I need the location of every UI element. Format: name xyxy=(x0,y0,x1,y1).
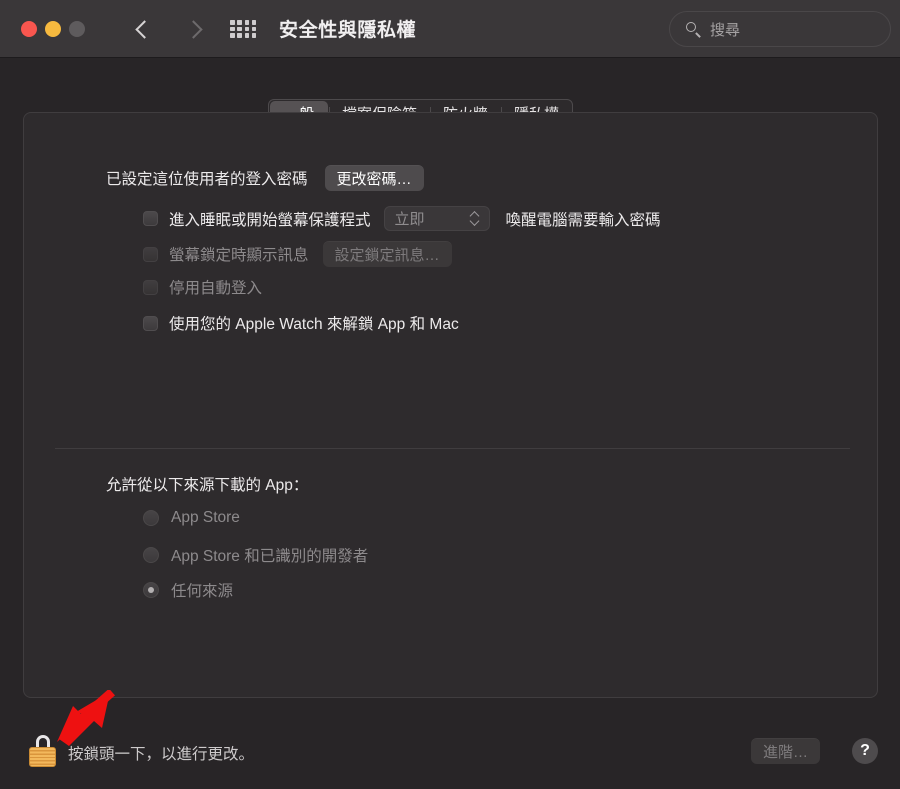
minimize-button[interactable] xyxy=(45,21,61,37)
red-arrow-pointing-to-lock xyxy=(57,690,115,746)
search-field[interactable]: 搜尋 xyxy=(669,11,891,47)
password-delay-popup[interactable]: 立即 xyxy=(383,206,490,231)
apple-watch-checkbox[interactable] xyxy=(143,315,158,331)
close-button[interactable] xyxy=(21,21,37,37)
require-password-suffix: 喚醒電腦需要輸入密碼 xyxy=(505,211,661,229)
security-privacy-window: 安全性與隱私權 搜尋 一般 檔案保險箱 防火牆 隱私權 已設定這位使用者的登入密… xyxy=(0,0,900,789)
login-password-label: 已設定這位使用者的登入密碼 xyxy=(106,171,308,188)
download-sources-heading-label: 允許從以下來源下載的 App： xyxy=(106,477,309,494)
padlock-body xyxy=(29,747,56,767)
radio-anywhere-label: 任何來源 xyxy=(171,583,234,600)
require-password-checkbox[interactable] xyxy=(143,211,158,226)
apple-watch-label: 使用您的 Apple Watch 來解鎖 App 和 Mac xyxy=(169,316,459,333)
page-title: 安全性與隱私權 xyxy=(279,20,417,41)
apple-watch-row: 使用您的 Apple Watch 來解鎖 App 和 Mac xyxy=(143,312,459,334)
login-password-row: 已設定這位使用者的登入密碼 更改密碼… xyxy=(106,165,424,191)
require-password-row: 進入睡眠或開始螢幕保護程式 立即 喚醒電腦需要輸入密碼 xyxy=(143,206,661,231)
radio-app-store-identified-developers[interactable] xyxy=(143,547,159,563)
download-sources-heading: 允許從以下來源下載的 App： xyxy=(106,473,308,495)
lock-message-row: 螢幕鎖定時顯示訊息 設定鎖定訊息… xyxy=(143,241,452,267)
lock-message-checkbox[interactable] xyxy=(143,246,158,262)
traffic-light-buttons xyxy=(21,21,85,37)
back-button[interactable] xyxy=(124,12,158,46)
radio-app-store-identified-developers-label: App Store 和已識別的開發者 xyxy=(171,548,369,565)
radio-anywhere[interactable] xyxy=(143,582,159,598)
chevron-up-down-icon xyxy=(471,211,480,226)
disable-auto-login-row: 停用自動登入 xyxy=(143,276,262,298)
chevron-right-icon xyxy=(187,19,198,39)
download-source-option-appstore-identified[interactable]: App Store 和已識別的開發者 xyxy=(143,544,368,566)
download-source-option-appstore[interactable]: App Store xyxy=(143,509,240,527)
disable-auto-login-checkbox[interactable] xyxy=(143,279,158,295)
section-divider xyxy=(55,448,850,449)
chevron-left-icon xyxy=(136,19,147,39)
require-password-label: 進入睡眠或開始螢幕保護程式 xyxy=(169,211,371,229)
window-titlebar: 安全性與隱私權 搜尋 xyxy=(0,0,900,58)
radio-app-store-label: App Store xyxy=(171,509,240,526)
search-input[interactable]: 搜尋 xyxy=(710,19,740,40)
disable-auto-login-label: 停用自動登入 xyxy=(169,280,263,297)
radio-app-store[interactable] xyxy=(143,510,159,526)
change-password-button[interactable]: 更改密碼… xyxy=(324,165,424,191)
set-lock-message-button[interactable]: 設定鎖定訊息… xyxy=(322,241,452,267)
show-all-grid-icon[interactable] xyxy=(230,20,257,38)
advanced-button[interactable]: 進階… xyxy=(751,738,821,764)
password-delay-value: 立即 xyxy=(394,211,425,228)
general-pane: 已設定這位使用者的登入密碼 更改密碼… 進入睡眠或開始螢幕保護程式 立即 喚醒電… xyxy=(23,112,878,698)
lock-message-label: 螢幕鎖定時顯示訊息 xyxy=(169,247,309,264)
download-source-option-anywhere[interactable]: 任何來源 xyxy=(143,579,233,601)
help-button[interactable]: ? xyxy=(852,738,878,764)
forward-button xyxy=(175,12,209,46)
search-icon xyxy=(686,21,701,37)
zoom-button xyxy=(69,21,85,37)
